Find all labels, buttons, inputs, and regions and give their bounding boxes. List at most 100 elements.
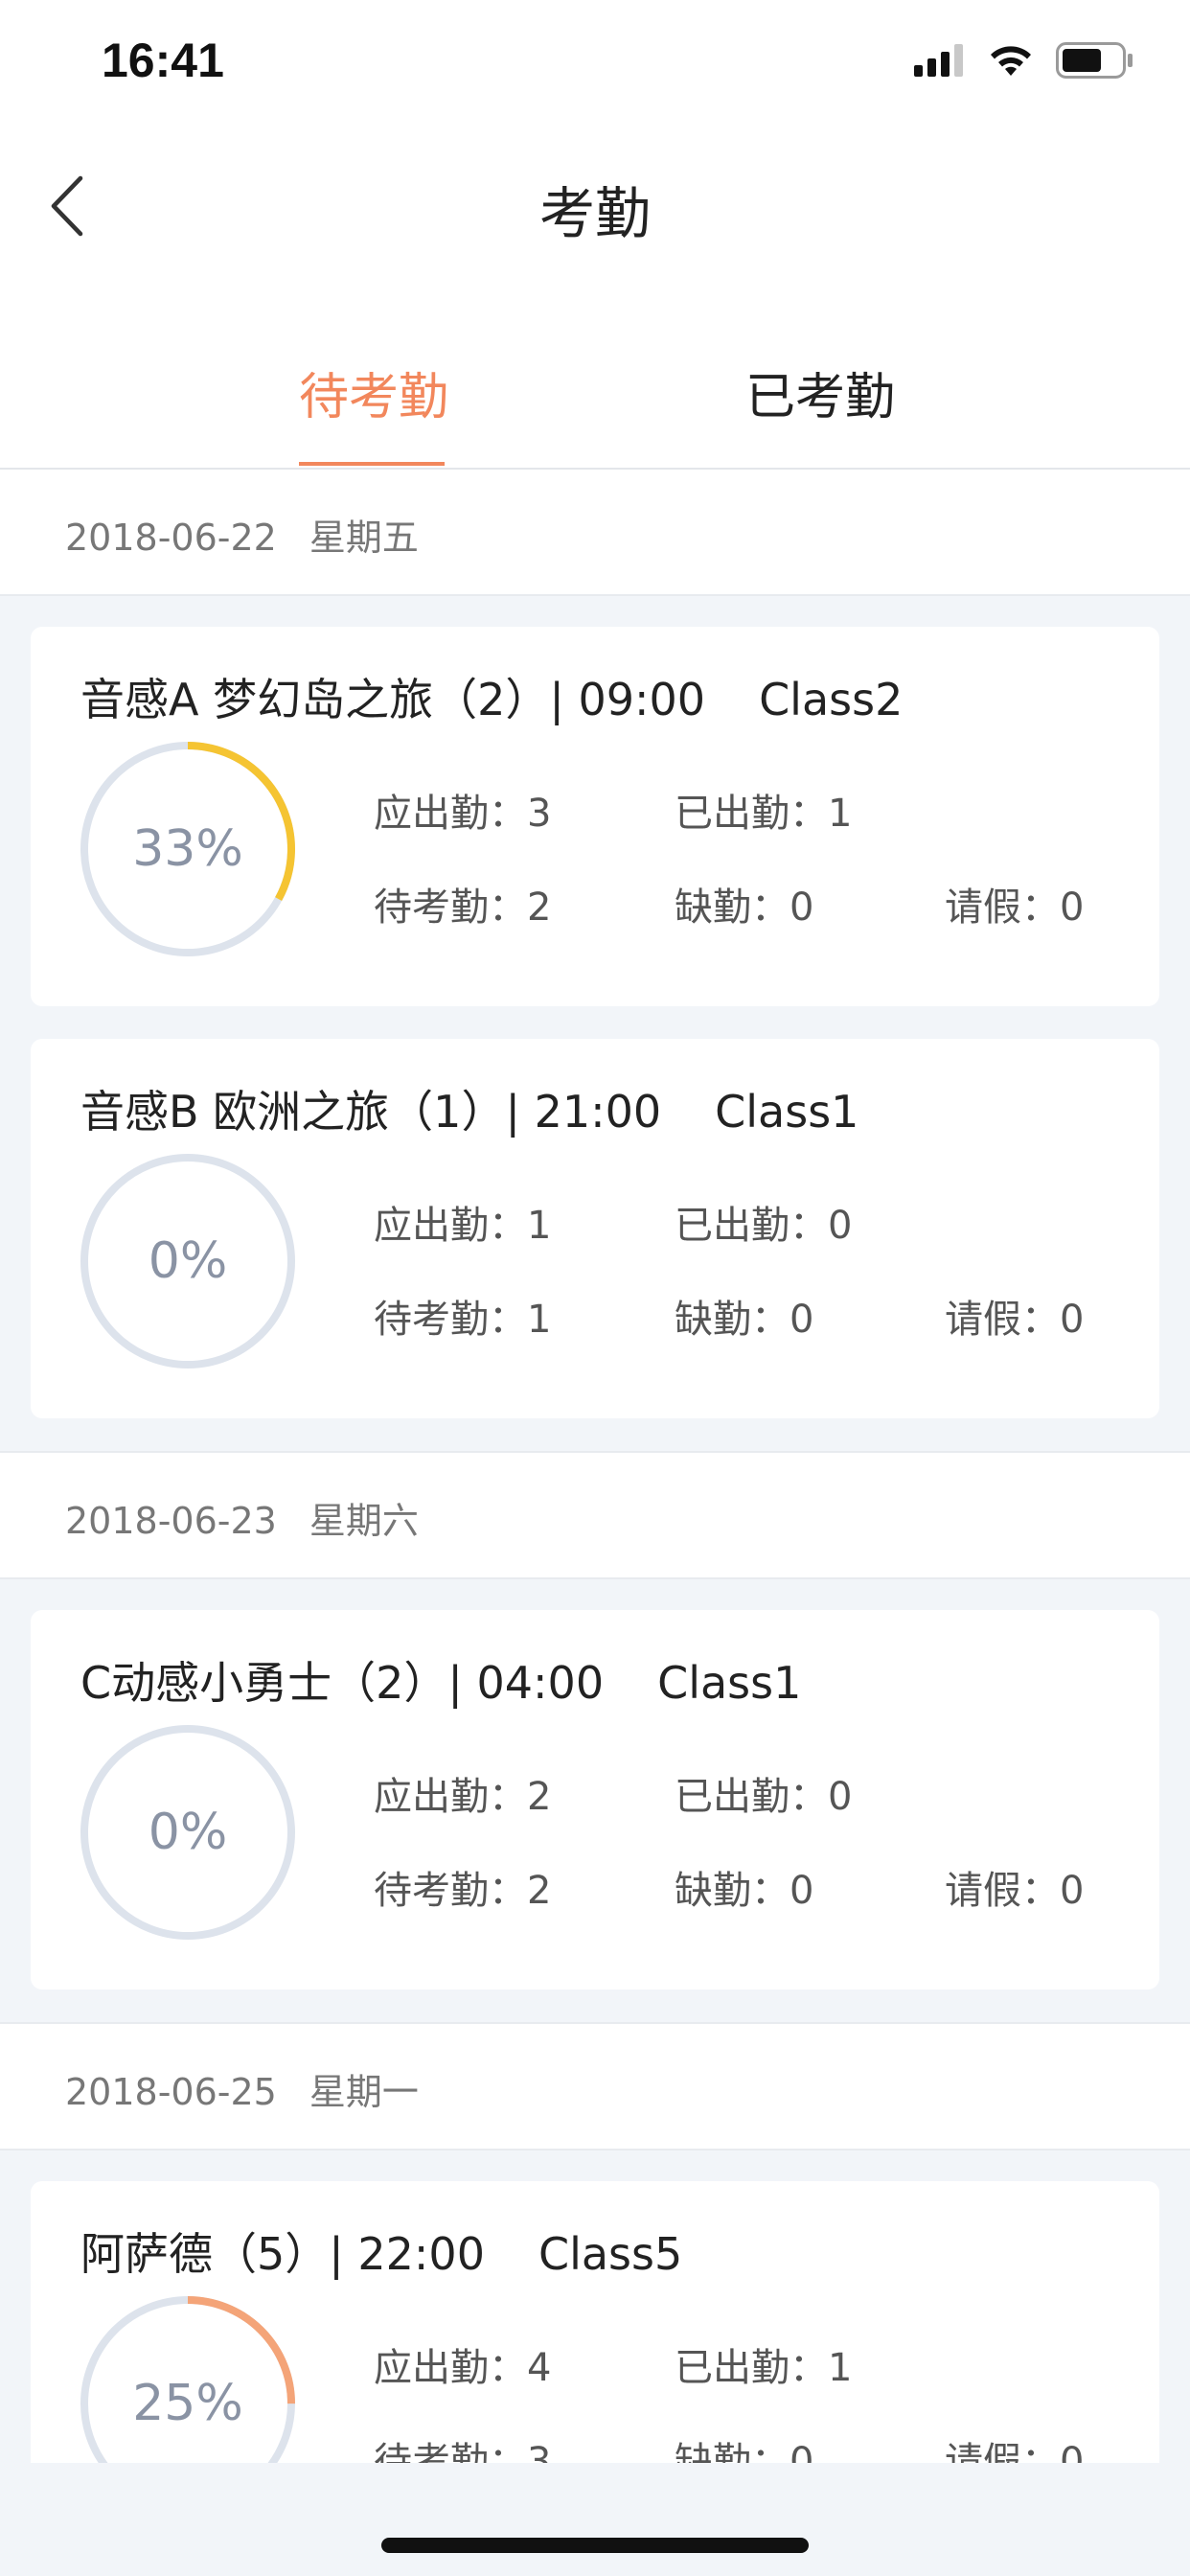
pending-stat: 待考勤：1 bbox=[374, 1288, 551, 1344]
class-time: 04:00 bbox=[476, 1657, 605, 1709]
pending-label: 待考勤： bbox=[374, 1869, 527, 1913]
pending-value: 2 bbox=[527, 1869, 552, 1913]
expected-label: 应出勤： bbox=[374, 2346, 527, 2390]
attended-label: 已出勤： bbox=[675, 792, 828, 836]
attended-label: 已出勤： bbox=[675, 1775, 828, 1819]
expected-stat: 应出勤：1 bbox=[374, 1194, 551, 1250]
class-time: 22:00 bbox=[357, 2228, 485, 2280]
attended-stat: 已出勤：0 bbox=[675, 1765, 852, 1821]
leave-stat: 请假：0 bbox=[945, 2430, 1084, 2463]
date-group: 阿萨德（5）| 22:00 Class5 25% 应出勤：4 已出勤：1 待考勤：… bbox=[0, 2150, 1190, 2463]
absent-value: 0 bbox=[790, 1869, 814, 1913]
home-indicator bbox=[381, 2538, 809, 2553]
attended-value: 0 bbox=[828, 1204, 853, 1248]
class-card[interactable]: 阿萨德（5）| 22:00 Class5 25% 应出勤：4 已出勤：1 待考勤：… bbox=[31, 2181, 1159, 2463]
navigation-bar: 考勤 bbox=[0, 126, 1190, 282]
expected-stat: 应出勤：2 bbox=[374, 1765, 551, 1821]
absent-stat: 缺勤：0 bbox=[675, 2430, 813, 2463]
tab-bar: 待考勤 已考勤 bbox=[0, 280, 1190, 470]
date-value: 2018-06-25 bbox=[65, 2071, 277, 2113]
class-card[interactable]: 音感B 欧洲之旅（1）| 21:00 Class1 0% 应出勤：1 已出勤：0 … bbox=[31, 1039, 1159, 1418]
class-card[interactable]: 音感A 梦幻岛之旅（2）| 09:00 Class2 33% 应出勤：3 已出勤：… bbox=[31, 627, 1159, 1006]
absent-label: 缺勤： bbox=[675, 1298, 790, 1342]
status-bar: 16:41 bbox=[0, 0, 1190, 126]
pending-stat: 待考勤：2 bbox=[374, 1859, 551, 1915]
leave-label: 请假： bbox=[945, 1298, 1060, 1342]
expected-value: 2 bbox=[527, 1775, 552, 1819]
absent-value: 0 bbox=[790, 886, 814, 930]
expected-value: 1 bbox=[527, 1204, 552, 1248]
attended-label: 已出勤： bbox=[675, 2346, 828, 2390]
date-value: 2018-06-22 bbox=[65, 517, 277, 559]
battery-icon bbox=[1056, 42, 1133, 79]
weekday: 星期五 bbox=[309, 517, 419, 559]
class-title: 阿萨德（5）| 22:00 Class5 bbox=[80, 2220, 682, 2283]
date-header: 2018-06-23 星期六 bbox=[0, 1451, 1190, 1579]
class-room: Class1 bbox=[657, 1657, 802, 1709]
expected-stat: 应出勤：3 bbox=[374, 782, 551, 838]
status-time: 16:41 bbox=[102, 34, 224, 87]
tab-completed-attendance[interactable]: 已考勤 bbox=[745, 356, 895, 428]
absent-stat: 缺勤：0 bbox=[675, 1288, 813, 1344]
class-time: 09:00 bbox=[578, 674, 706, 725]
leave-label: 请假： bbox=[945, 2440, 1060, 2463]
expected-label: 应出勤： bbox=[374, 1204, 527, 1248]
class-room: Class2 bbox=[759, 674, 904, 725]
pending-label: 待考勤： bbox=[374, 886, 527, 930]
date-value: 2018-06-23 bbox=[65, 1500, 277, 1542]
pending-value: 1 bbox=[527, 1298, 552, 1342]
attended-stat: 已出勤：1 bbox=[675, 782, 852, 838]
class-room: Class5 bbox=[538, 2228, 683, 2280]
class-title: 音感A 梦幻岛之旅（2）| 09:00 Class2 bbox=[80, 665, 903, 728]
class-card[interactable]: C动感小勇士（2）| 04:00 Class1 0% 应出勤：2 已出勤：0 待考… bbox=[31, 1610, 1159, 1990]
expected-value: 3 bbox=[527, 792, 552, 836]
weekday: 星期一 bbox=[309, 2071, 419, 2113]
attended-value: 1 bbox=[828, 792, 853, 836]
class-name: 阿萨德（5）| bbox=[80, 2228, 344, 2280]
expected-label: 应出勤： bbox=[374, 1775, 527, 1819]
pending-label: 待考勤： bbox=[374, 1298, 527, 1342]
absent-value: 0 bbox=[790, 1298, 814, 1342]
expected-label: 应出勤： bbox=[374, 792, 527, 836]
pending-value: 3 bbox=[527, 2440, 552, 2463]
class-name: 音感B 欧洲之旅（1）| bbox=[80, 1086, 520, 1138]
leave-stat: 请假：0 bbox=[945, 1859, 1084, 1915]
class-time: 21:00 bbox=[534, 1086, 662, 1138]
page-title: 考勤 bbox=[538, 181, 651, 246]
class-title: 音感B 欧洲之旅（1）| 21:00 Class1 bbox=[80, 1077, 858, 1140]
pending-stat: 待考勤：2 bbox=[374, 876, 551, 932]
absent-stat: 缺勤：0 bbox=[675, 1859, 813, 1915]
class-name: 音感A 梦幻岛之旅（2）| bbox=[80, 674, 564, 725]
cellular-signal-icon bbox=[914, 44, 963, 77]
pending-value: 2 bbox=[527, 886, 552, 930]
attendance-list[interactable]: 2018-06-22 星期五 音感A 梦幻岛之旅（2）| 09:00 Class2 … bbox=[0, 470, 1190, 2463]
active-tab-indicator bbox=[299, 462, 445, 466]
expected-value: 4 bbox=[527, 2346, 552, 2390]
wifi-icon bbox=[991, 46, 1031, 76]
attendance-percent: 0% bbox=[148, 1804, 228, 1861]
leave-label: 请假： bbox=[945, 886, 1060, 930]
leave-stat: 请假：0 bbox=[945, 876, 1084, 932]
leave-label: 请假： bbox=[945, 1869, 1060, 1913]
absent-label: 缺勤： bbox=[675, 2440, 790, 2463]
leave-stat: 请假：0 bbox=[945, 1288, 1084, 1344]
leave-value: 0 bbox=[1060, 2440, 1085, 2463]
date-header: 2018-06-22 星期五 bbox=[0, 470, 1190, 596]
attended-label: 已出勤： bbox=[675, 1204, 828, 1248]
attendance-percent: 25% bbox=[132, 2375, 243, 2432]
date-header: 2018-06-25 星期一 bbox=[0, 2022, 1190, 2150]
absent-label: 缺勤： bbox=[675, 1869, 790, 1913]
tab-pending-attendance[interactable]: 待考勤 bbox=[299, 356, 448, 428]
date-group: C动感小勇士（2）| 04:00 Class1 0% 应出勤：2 已出勤：0 待考… bbox=[0, 1579, 1190, 2022]
absent-label: 缺勤： bbox=[675, 886, 790, 930]
attendance-percent: 33% bbox=[132, 820, 243, 878]
absent-stat: 缺勤：0 bbox=[675, 876, 813, 932]
attended-stat: 已出勤：0 bbox=[675, 1194, 852, 1250]
attended-value: 1 bbox=[828, 2346, 853, 2390]
leave-value: 0 bbox=[1060, 1869, 1085, 1913]
leave-value: 0 bbox=[1060, 1298, 1085, 1342]
absent-value: 0 bbox=[790, 2440, 814, 2463]
class-room: Class1 bbox=[715, 1086, 859, 1138]
attended-value: 0 bbox=[828, 1775, 853, 1819]
pending-stat: 待考勤：3 bbox=[374, 2430, 551, 2463]
